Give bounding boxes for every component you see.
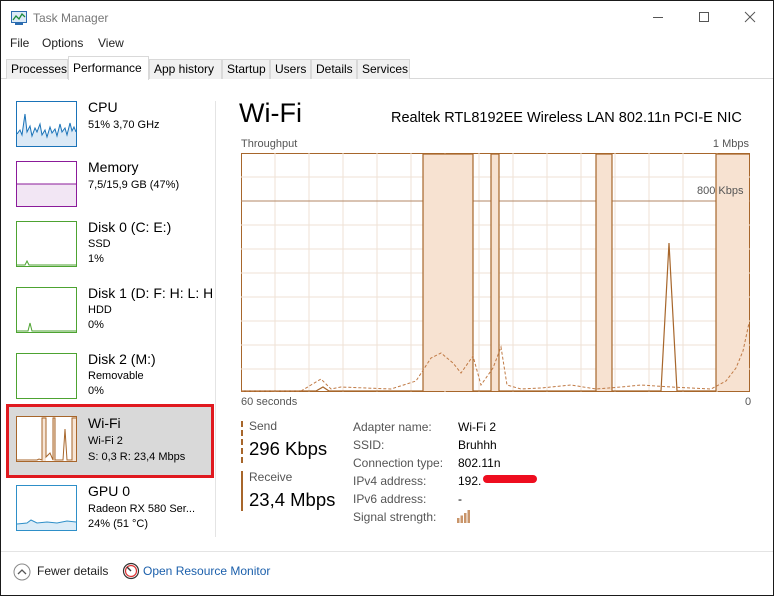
property-value-adapter-name: Wi-Fi 2	[458, 420, 496, 434]
sidebar-item-detail: S: 0,3 R: 23,4 Mbps	[88, 451, 186, 463]
task-manager-window: Task Manager File Options View Processes…	[0, 0, 774, 596]
sidebar-item-detail: 1%	[88, 253, 104, 265]
wifi-thumbnail-graph	[16, 416, 77, 462]
tab-processes[interactable]: Processes	[6, 59, 68, 79]
disk-1-sparkline	[17, 322, 76, 332]
sidebar-item-detail: SSD	[88, 238, 111, 250]
fewer-details-button[interactable]: Fewer details	[37, 564, 108, 578]
window-title: Task Manager	[33, 11, 109, 25]
send-label: Send	[249, 419, 278, 433]
page-title: Wi-Fi	[239, 98, 302, 128]
sidebar-item-detail: Wi-Fi 2	[88, 435, 123, 447]
property-value-ipv4: 192.	[458, 474, 482, 488]
sidebar-item-detail: 0%	[88, 319, 104, 331]
disk-0-thumbnail-graph	[16, 221, 77, 267]
sidebar-item-detail: 7,5/15,9 GB (47%)	[88, 179, 180, 191]
tab-users[interactable]: Users	[270, 59, 311, 79]
adapter-description: Realtek RTL8192EE Wireless LAN 802.11n P…	[391, 110, 742, 126]
gpu-0-thumbnail-graph	[16, 485, 77, 531]
tab-services[interactable]: Services	[357, 59, 410, 79]
tab-performance[interactable]: Performance	[68, 56, 149, 80]
signal-strength-icon	[457, 510, 470, 523]
property-key-ipv4: IPv4 address:	[353, 474, 427, 488]
sidebar-item-name: Disk 0 (C: E:)	[88, 219, 172, 235]
property-value-ssid: Bruhhh	[458, 438, 497, 452]
disk-2-thumbnail-graph	[16, 353, 77, 399]
property-value-connection-type: 802.11n	[458, 456, 501, 470]
sidebar-divider	[215, 101, 216, 537]
tab-app-history[interactable]: App history	[149, 59, 222, 79]
disk-0-sparkline	[17, 259, 76, 266]
throughput-graph-svg	[241, 153, 750, 392]
throughput-graph	[241, 153, 750, 392]
chart-mid-label: 800 Kbps	[697, 185, 744, 197]
receive-value: 23,4 Mbps	[249, 489, 336, 510]
cpu-thumbnail-graph	[16, 101, 77, 147]
sidebar-item-detail: 0%	[88, 385, 104, 397]
sidebar-item-disk-2[interactable]: Disk 2 (M:) Removable 0%	[8, 345, 212, 411]
sidebar-item-detail: 24% (51 °C)	[88, 518, 149, 530]
sidebar-item-wifi[interactable]: Wi-Fi Wi-Fi 2 S: 0,3 R: 23,4 Mbps	[6, 404, 214, 478]
sidebar-item-gpu-0[interactable]: GPU 0 Radeon RX 580 Ser... 24% (51 °C)	[8, 477, 212, 543]
chart-zero-label: 0	[745, 396, 752, 408]
property-value-ipv6: -	[458, 492, 462, 506]
sidebar-item-disk-1[interactable]: Disk 1 (D: F: H: L: H HDD 0%	[8, 279, 212, 345]
receive-label: Receive	[249, 470, 293, 484]
tab-strip: Processes Performance App history Startu…	[1, 56, 773, 80]
memory-sparkline	[17, 183, 76, 206]
chart-title-throughput: Throughput	[241, 138, 298, 150]
minimize-button[interactable]	[635, 1, 681, 33]
property-key-ipv6: IPv6 address:	[353, 492, 427, 506]
sidebar-item-name: GPU 0	[88, 483, 131, 499]
footer-bar: Fewer details Open Resource Monitor	[1, 551, 773, 595]
sidebar-item-detail: HDD	[88, 304, 112, 316]
minimize-icon	[653, 17, 663, 18]
open-resource-monitor-link[interactable]: Open Resource Monitor	[143, 564, 270, 578]
sidebar-item-name: Memory	[88, 159, 139, 175]
title-bar[interactable]: Task Manager	[1, 1, 773, 33]
close-button[interactable]	[727, 1, 773, 33]
close-icon	[744, 11, 756, 23]
send-value: 296 Kbps	[249, 438, 328, 459]
wifi-sparkline	[17, 417, 76, 461]
cpu-sparkline	[17, 113, 76, 146]
sidebar-item-name: Wi-Fi	[88, 415, 121, 431]
property-key-ssid: SSID:	[353, 438, 385, 452]
task-manager-app-icon	[11, 11, 27, 25]
chart-time-span-label: 60 seconds	[241, 396, 298, 408]
sidebar-item-detail: Radeon RX 580 Ser...	[88, 503, 196, 515]
tab-startup[interactable]: Startup	[222, 59, 270, 79]
sidebar-item-memory[interactable]: Memory 7,5/15,9 GB (47%)	[8, 153, 212, 219]
menu-file[interactable]: File	[10, 36, 29, 50]
resource-monitor-icon[interactable]	[122, 562, 140, 580]
maximize-icon	[699, 12, 709, 22]
menu-view[interactable]: View	[98, 36, 124, 50]
sidebar-item-name: Disk 2 (M:)	[88, 351, 156, 367]
sidebar-item-name: Disk 1 (D: F: H: L: H	[88, 285, 212, 301]
sidebar-item-disk-0[interactable]: Disk 0 (C: E:) SSD 1%	[8, 213, 212, 279]
redaction-mark	[483, 475, 537, 483]
gpu-0-sparkline	[17, 519, 76, 530]
tab-details[interactable]: Details	[311, 59, 357, 79]
chart-max-label: 1 Mbps	[712, 138, 749, 150]
sidebar-item-cpu[interactable]: CPU 51% 3,70 GHz	[8, 93, 212, 159]
receive-legend-marker	[241, 471, 243, 511]
memory-thumbnail-graph	[16, 161, 77, 207]
property-key-signal-strength: Signal strength:	[353, 510, 437, 524]
chevron-up-circle-icon[interactable]	[13, 563, 31, 581]
property-key-connection-type: Connection type:	[353, 456, 444, 470]
property-key-adapter-name: Adapter name:	[353, 420, 432, 434]
send-legend-marker	[241, 421, 243, 463]
sidebar-item-name: CPU	[88, 99, 118, 115]
sidebar-item-detail: Removable	[88, 370, 144, 382]
menu-options[interactable]: Options	[42, 36, 83, 50]
maximize-button[interactable]	[681, 1, 727, 33]
disk-1-thumbnail-graph	[16, 287, 77, 333]
sidebar-item-detail: 51% 3,70 GHz	[88, 119, 160, 131]
